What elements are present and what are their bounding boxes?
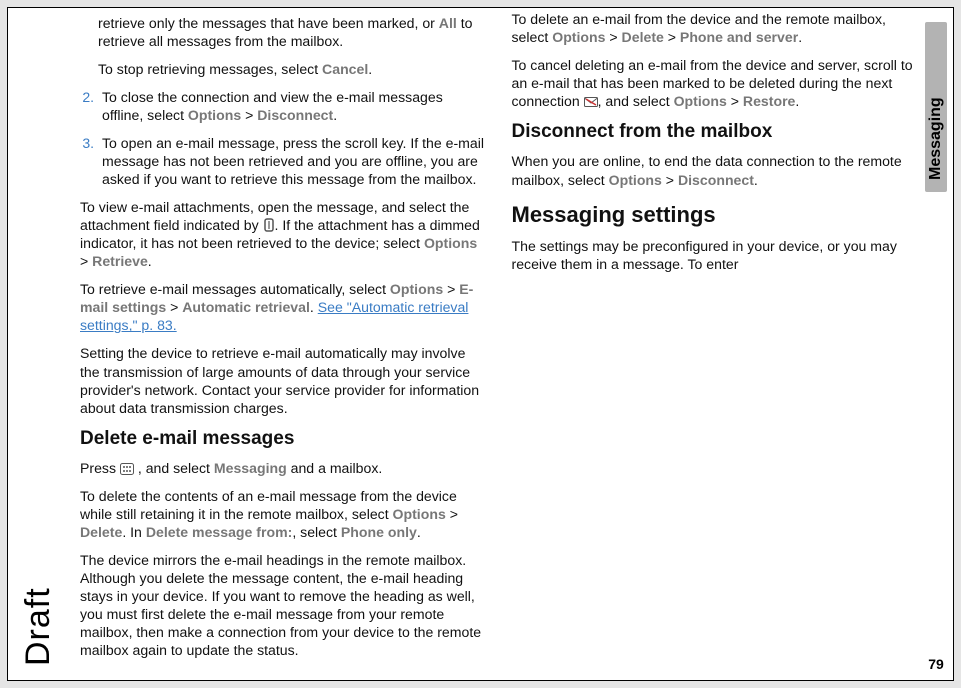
ui-term-disconnect: Disconnect — [678, 172, 754, 188]
ui-term-phone-and-server: Phone and server — [680, 29, 798, 45]
numbered-steps: To close the connection and view the e-m… — [80, 88, 486, 188]
attachment-icon — [263, 218, 275, 232]
ui-term-disconnect: Disconnect — [257, 107, 333, 123]
page-number: 79 — [925, 656, 947, 672]
paragraph: To delete an e-mail from the device and … — [512, 10, 918, 46]
heading-disconnect: Disconnect from the mailbox — [512, 120, 918, 144]
marked-mail-icon — [584, 94, 598, 106]
ui-term-options: Options — [424, 235, 477, 251]
section-tab-label: Messaging — [927, 97, 945, 180]
ui-term-delete: Delete — [80, 524, 122, 540]
paragraph: Press , and select Messaging and a mailb… — [80, 459, 486, 477]
draft-watermark: Draft — [19, 587, 58, 666]
ui-term-cancel: Cancel — [322, 61, 368, 77]
ui-term-delete-from: Delete message from: — [146, 524, 292, 540]
ui-term-phone-only: Phone only — [341, 524, 417, 540]
draft-watermark-container: Draft — [24, 8, 72, 680]
ui-term-messaging: Messaging — [214, 460, 287, 476]
paragraph: The device mirrors the e-mail headings i… — [80, 551, 486, 659]
ui-term-options: Options — [393, 506, 446, 522]
paragraph: To stop retrieving messages, select Canc… — [98, 60, 486, 78]
ui-term-options: Options — [188, 107, 241, 123]
ui-term-restore: Restore — [743, 93, 795, 109]
section-tab: Messaging — [925, 22, 947, 192]
ui-term-options: Options — [390, 281, 443, 297]
paragraph: retrieve only the messages that have bee… — [98, 14, 486, 50]
paragraph: To delete the contents of an e-mail mess… — [80, 487, 486, 541]
content-columns: retrieve only the messages that have bee… — [80, 10, 917, 678]
step-3: To open an e-mail message, press the scr… — [98, 134, 486, 188]
paragraph: To cancel deleting an e-mail from the de… — [512, 56, 918, 110]
paragraph: Setting the device to retrieve e-mail au… — [80, 344, 486, 416]
paragraph: To view e-mail attachments, open the mes… — [80, 198, 486, 270]
paragraph: The settings may be preconfigured in you… — [512, 237, 918, 273]
ui-term-automatic-retrieval: Automatic retrieval — [182, 299, 310, 315]
page: Messaging 79 Draft retrieve only the mes… — [7, 7, 954, 681]
heading-messaging-settings: Messaging settings — [512, 201, 918, 229]
heading-delete-email: Delete e-mail messages — [80, 427, 486, 451]
ui-term-options: Options — [552, 29, 605, 45]
ui-term-options: Options — [674, 93, 727, 109]
menu-key-icon — [120, 461, 134, 473]
paragraph: When you are online, to end the data con… — [512, 152, 918, 188]
paragraph: To retrieve e-mail messages automaticall… — [80, 280, 486, 334]
ui-term-options: Options — [609, 172, 662, 188]
ui-term-all: All — [439, 15, 457, 31]
ui-term-retrieve: Retrieve — [92, 253, 148, 269]
step-2: To close the connection and view the e-m… — [98, 88, 486, 124]
ui-term-delete: Delete — [622, 29, 664, 45]
